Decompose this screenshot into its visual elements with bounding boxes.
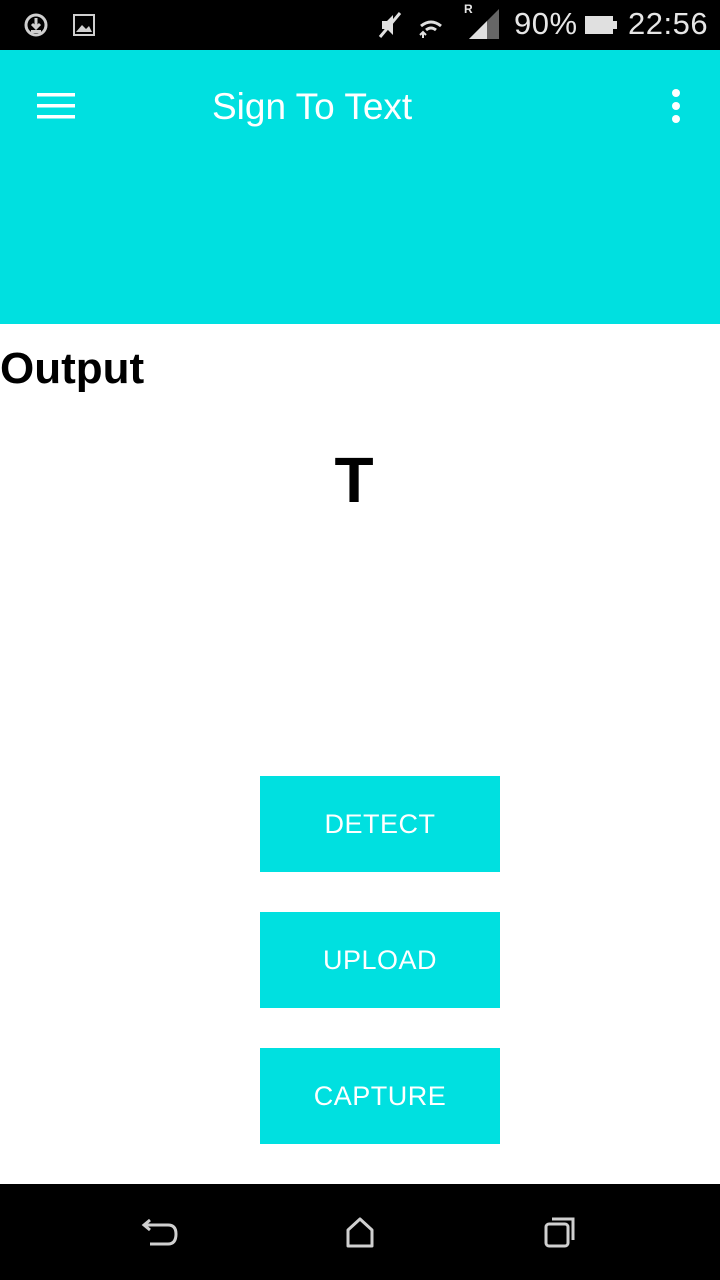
navigation-bar — [0, 1184, 720, 1280]
recents-button[interactable] — [536, 1208, 584, 1256]
back-icon — [141, 1218, 178, 1246]
upload-button[interactable]: UPLOAD — [260, 912, 500, 1008]
overflow-menu-button[interactable] — [656, 82, 696, 130]
detect-button[interactable]: DETECT — [260, 776, 500, 872]
capture-button[interactable]: CAPTURE — [260, 1048, 500, 1144]
app-bar: Sign To Text — [0, 50, 720, 324]
output-value: T — [334, 444, 374, 516]
menu-button[interactable] — [26, 80, 86, 132]
wifi-icon — [416, 10, 446, 40]
mute-icon — [374, 10, 406, 40]
hamburger-menu-icon — [37, 93, 75, 119]
recents-icon — [544, 1217, 575, 1248]
clock: 22:56 — [628, 6, 709, 41]
back-button[interactable] — [136, 1208, 184, 1256]
output-label: Output — [0, 344, 145, 393]
image-icon — [72, 10, 96, 40]
signal-icon — [466, 8, 502, 40]
status-bar: R 90% 22:56 — [0, 0, 720, 50]
app-title: Sign To Text — [212, 86, 413, 127]
more-vert-icon — [672, 89, 680, 123]
home-button[interactable] — [336, 1208, 384, 1256]
sync-icon — [20, 10, 52, 40]
battery-icon — [584, 10, 618, 40]
home-icon — [346, 1217, 374, 1248]
battery-percent: 90% — [514, 6, 578, 41]
